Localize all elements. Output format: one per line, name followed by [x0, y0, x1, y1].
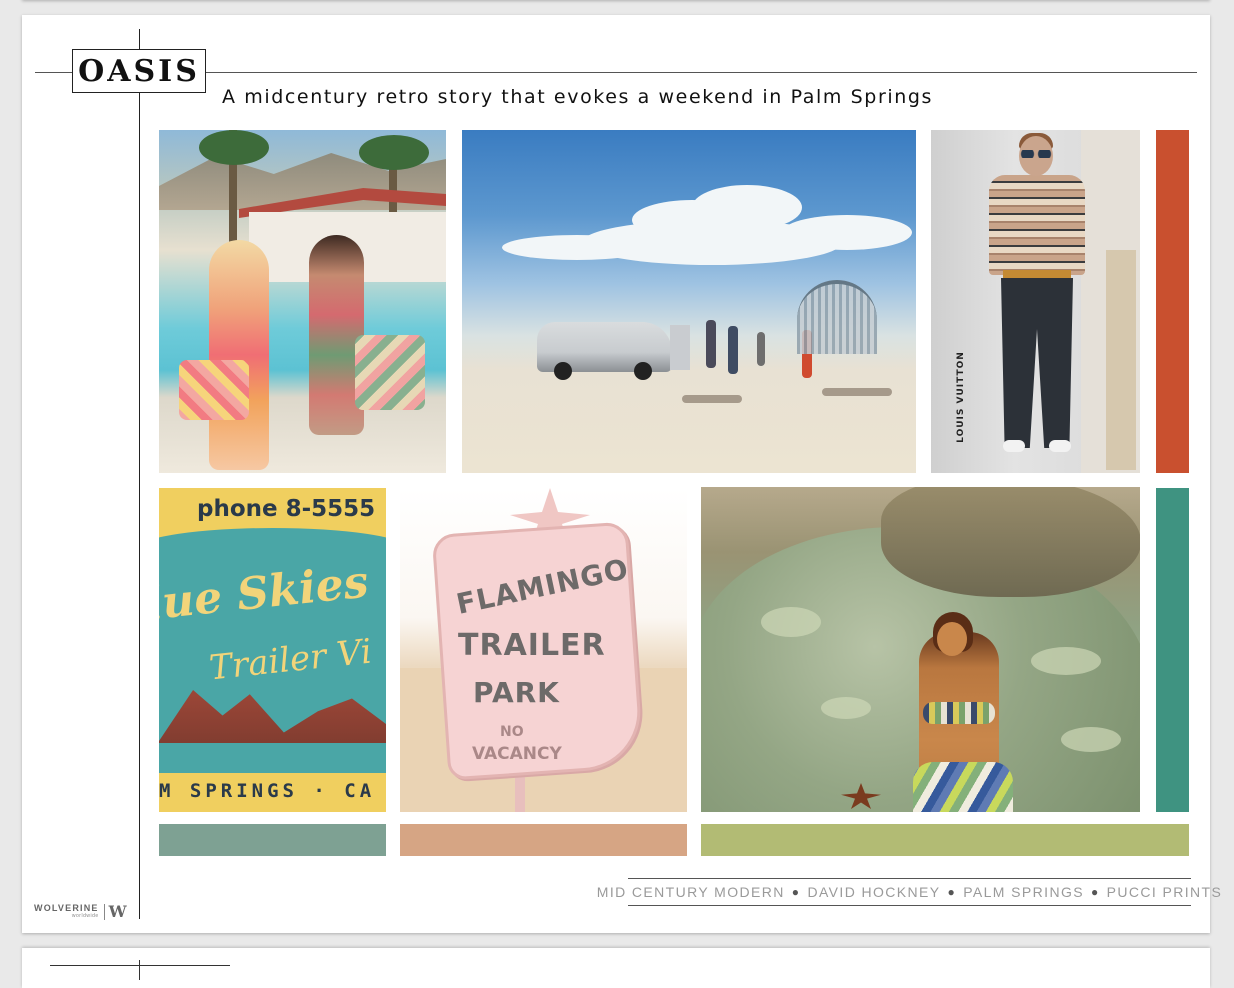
- keyword-tags: MID CENTURY MODERN ● DAVID HOCKNEY ● PAL…: [597, 878, 1221, 906]
- pool-party-photo: [159, 130, 446, 473]
- logo-w-icon: W: [108, 902, 127, 921]
- matchbook-photo: phone 8-5555 lue Skies Trailer Vi M SPRI…: [159, 488, 386, 812]
- sign-line-3: PARK: [473, 676, 560, 709]
- flamingo-sign-photo: FLAMINGO TRAILER PARK NO VACANCY: [400, 488, 687, 812]
- vertical-rule: [139, 29, 140, 919]
- logo-subtext: worldwide: [71, 913, 99, 919]
- page-subtitle: A midcentury retro story that evokes a w…: [222, 86, 934, 108]
- matchbook-bottom-text: M SPRINGS · CA: [159, 780, 376, 802]
- matchbook-script-2: Trailer Vi: [207, 631, 374, 689]
- color-swatch-sage: [159, 824, 386, 856]
- color-swatch-teal: [1156, 488, 1189, 812]
- tag-item: MID CENTURY MODERN: [596, 884, 785, 900]
- moodboard-slide: OASIS A midcentury retro story that evok…: [22, 15, 1221, 933]
- title-box: OASIS: [72, 49, 206, 93]
- photo-credit: LOUIS VUITTON: [955, 351, 966, 443]
- sign-line-2: TRAILER: [458, 628, 606, 663]
- pucci-rock-photo: [701, 487, 1140, 812]
- tag-item: DAVID HOCKNEY: [807, 884, 941, 900]
- desert-car-photo: [462, 130, 916, 473]
- bullet-separator: ●: [791, 885, 801, 899]
- horizontal-rule: [35, 72, 1197, 73]
- tag-item: PUCCI PRINTS: [1106, 884, 1223, 900]
- page-title: OASIS: [78, 53, 200, 89]
- matchbook-script: lue Skies: [159, 556, 371, 631]
- logo-wordmark: WOLVERINE: [34, 903, 99, 913]
- color-swatch-rust: [1156, 130, 1189, 473]
- tag-item: PALM SPRINGS: [963, 884, 1084, 900]
- bullet-separator: ●: [947, 885, 957, 899]
- color-swatch-peach: [400, 824, 687, 856]
- color-swatch-olive: [701, 824, 1189, 856]
- runway-photo: LOUIS VUITTON: [931, 130, 1140, 473]
- next-page-edge: [22, 948, 1210, 988]
- sign-line-4: NO: [500, 724, 524, 740]
- matchbook-phone: phone 8-5555: [197, 496, 376, 522]
- bullet-separator: ●: [1090, 885, 1100, 899]
- wolverine-logo: WOLVERINE worldwide W: [34, 902, 127, 921]
- sign-line-5: VACANCY: [472, 744, 562, 764]
